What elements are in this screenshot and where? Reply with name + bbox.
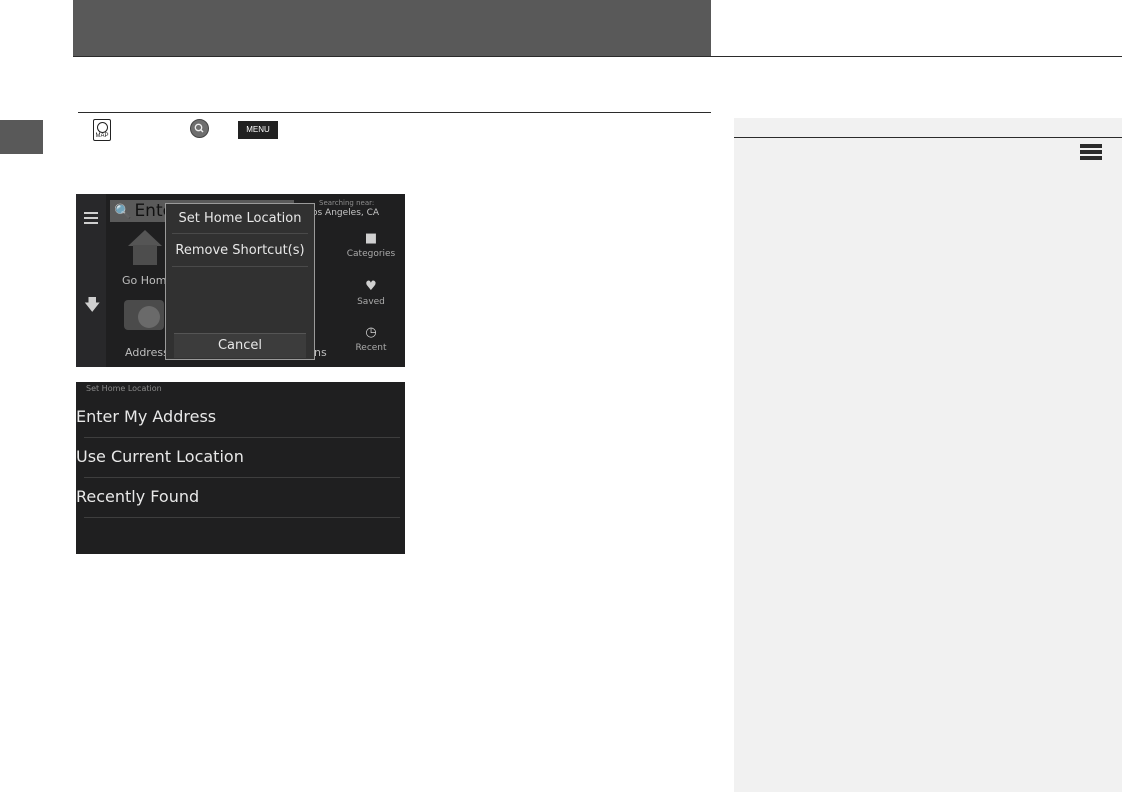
section-rule — [78, 112, 711, 113]
screenshot-set-home-location: Set Home Location Enter My Address Use C… — [76, 382, 405, 554]
remove-shortcuts-item[interactable]: Remove Shortcut(s) — [166, 243, 314, 258]
left-toolbar: 🡇 — [76, 194, 106, 367]
header-rule — [73, 56, 1122, 57]
recent-label: Recent — [355, 343, 387, 353]
right-toolbar: ■ Categories ♥ Saved ◷ Recent — [338, 228, 405, 367]
menu-button-icon: MENU — [238, 121, 278, 139]
search-button-icon — [190, 119, 209, 138]
header-band — [73, 0, 711, 56]
popup-divider — [172, 266, 308, 267]
map-button-label: MAP — [95, 133, 109, 139]
categories-button[interactable]: ■ Categories — [338, 231, 404, 260]
list-divider — [84, 517, 400, 518]
use-current-location-item[interactable]: Use Current Location — [76, 447, 405, 466]
enter-my-address-item[interactable]: Enter My Address — [76, 407, 405, 426]
chat-bubble-icon: ■ — [364, 231, 378, 246]
partial-label: ns — [314, 346, 327, 359]
list-divider — [84, 437, 400, 438]
map-circle-icon — [97, 122, 108, 133]
searching-near-value: os Angeles, CA — [312, 208, 380, 218]
recent-button[interactable]: ◷ Recent — [338, 325, 404, 354]
magnifier-icon: 🔍 — [114, 204, 132, 220]
map-button-icon: MAP — [93, 119, 111, 141]
cancel-button[interactable]: Cancel — [174, 333, 306, 358]
notes-panel — [734, 118, 1122, 792]
notes-rule — [734, 137, 1122, 138]
list-icon — [1080, 144, 1102, 164]
hamburger-menu-icon[interactable] — [84, 212, 98, 224]
clock-icon: ◷ — [365, 325, 377, 340]
house-icon[interactable] — [128, 230, 162, 266]
heart-icon: ♥ — [365, 279, 377, 294]
saved-label: Saved — [357, 297, 385, 307]
screenshot-shortcut-menu: 🡇 🔍 Ente Searching near: os Angeles, CA G… — [76, 194, 405, 367]
go-home-label: Go Hom — [122, 274, 167, 287]
set-home-location-item[interactable]: Set Home Location — [166, 211, 314, 226]
address-label: Address — [125, 346, 169, 359]
recently-found-item[interactable]: Recently Found — [76, 487, 405, 506]
address-camera-icon[interactable] — [124, 300, 164, 330]
categories-label: Categories — [346, 249, 396, 259]
searching-near-label: Searching near: — [319, 199, 375, 207]
screen-title: Set Home Location — [86, 384, 162, 393]
scroll-down-arrow-icon[interactable]: 🡇 — [84, 294, 100, 321]
chapter-tab — [0, 120, 43, 154]
shortcut-popup-menu: Set Home Location Remove Shortcut(s) Can… — [165, 203, 315, 360]
list-divider — [84, 477, 400, 478]
popup-divider — [172, 233, 308, 234]
saved-button[interactable]: ♥ Saved — [338, 279, 404, 308]
